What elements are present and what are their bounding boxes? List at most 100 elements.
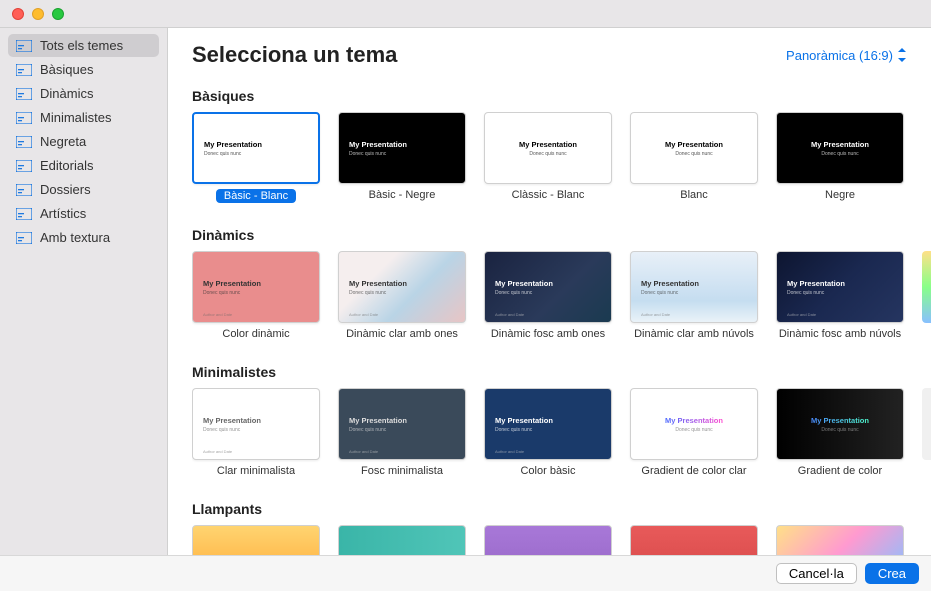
theme-item[interactable]: My PresentationDonec quis nuncAuthor and… bbox=[192, 388, 320, 477]
theme-item[interactable]: My PresentationDonec quis nunc Negre bbox=[776, 112, 904, 203]
theme-label: Color dinàmic bbox=[222, 328, 289, 340]
fullscreen-window-button[interactable] bbox=[52, 8, 64, 20]
theme-thumbnail[interactable] bbox=[484, 525, 612, 555]
sidebar-item-minimalistes[interactable]: Minimalistes bbox=[8, 106, 159, 129]
theme-label: Gradient de color bbox=[798, 465, 882, 477]
theme-thumbnail[interactable]: My Presentation Donec quis nunc bbox=[776, 388, 904, 460]
theme-thumbnail[interactable]: My PresentationDonec quis nuncAuthor and… bbox=[192, 388, 320, 460]
theme-item[interactable]: My Presentation Donec quis nunc Author and… bbox=[338, 251, 466, 340]
section-title: Bàsiques bbox=[192, 88, 931, 104]
preview-subtitle: Donec quis nunc bbox=[821, 151, 858, 157]
preview-author: Author and Date bbox=[203, 312, 232, 317]
close-window-button[interactable] bbox=[12, 8, 24, 20]
preview-title: My Presentation bbox=[665, 140, 723, 149]
theme-thumbnail[interactable]: My PresentationDonec quis nunc bbox=[776, 112, 904, 184]
preview-subtitle: Donec quis nunc bbox=[204, 151, 318, 157]
preview-title: My Presentation bbox=[349, 279, 465, 288]
theme-item[interactable]: My PresentationDonec quis nunc Blanc bbox=[630, 112, 758, 203]
sidebar-item-negreta[interactable]: Negreta bbox=[8, 130, 159, 153]
theme-item[interactable]: My PresentationDonec quis nunc Bàsic - Ne… bbox=[338, 112, 466, 203]
chevron-up-down-icon bbox=[897, 48, 907, 62]
theme-thumbnail[interactable]: My PresentationDonec quis nuncAuthor and… bbox=[776, 251, 904, 323]
section-llampants: Llampants bbox=[168, 501, 931, 555]
sidebar-item-artístics[interactable]: Artístics bbox=[8, 202, 159, 225]
preview-author: Author and Date bbox=[787, 312, 816, 317]
sidebar-item-label: Dossiers bbox=[40, 182, 91, 197]
theme-thumbnail[interactable]: My PresentationDonec quis nunc bbox=[192, 112, 320, 184]
preview-author: Author and Date bbox=[641, 312, 670, 317]
theme-item[interactable]: My PresentationDonec quis nuncAuthor and… bbox=[776, 251, 904, 340]
theme-thumbnail[interactable]: My Presentation Donec quis nunc Author and… bbox=[338, 251, 466, 323]
theme-item[interactable]: My Presentation Donec quis nunc Gradient d… bbox=[776, 388, 904, 477]
minimize-window-button[interactable] bbox=[32, 8, 44, 20]
preview-subtitle: Donec quis nunc bbox=[349, 290, 465, 296]
theme-item[interactable]: My PresentationDonec quis nuncAuthor and… bbox=[192, 251, 320, 340]
theme-thumbnail[interactable]: My PresentationDonec quis nunc bbox=[630, 388, 758, 460]
preview-author: Author and Date bbox=[495, 449, 524, 454]
sidebar-item-label: Negreta bbox=[40, 134, 86, 149]
section-title: Llampants bbox=[192, 501, 931, 517]
sidebar-item-label: Editorials bbox=[40, 158, 93, 173]
theme-label: Color bàsic bbox=[520, 465, 575, 477]
sidebar-item-label: Amb textura bbox=[40, 230, 110, 245]
sidebar-item-editorials[interactable]: Editorials bbox=[8, 154, 159, 177]
theme-item[interactable]: My Presentation Donec quis nunc Author and… bbox=[630, 251, 758, 340]
theme-row: My PresentationDonec quis nuncBàsic - Bl… bbox=[192, 112, 931, 203]
cancel-button[interactable]: Cancel·la bbox=[776, 563, 857, 584]
theme-thumbnail[interactable]: My PresentationDonec quis nunc bbox=[630, 112, 758, 184]
sidebar-item-amb-textura[interactable]: Amb textura bbox=[8, 226, 159, 249]
preview-author: Author and Date bbox=[203, 449, 232, 454]
category-icon bbox=[16, 63, 32, 77]
theme-thumbnail[interactable] bbox=[776, 525, 904, 555]
theme-label: Negre bbox=[825, 189, 855, 201]
theme-item[interactable]: My Presentation Donec quis nunc Author and… bbox=[484, 388, 612, 477]
theme-thumbnail[interactable] bbox=[630, 525, 758, 555]
preview-author: Author and Date bbox=[349, 312, 378, 317]
theme-thumbnail[interactable] bbox=[192, 525, 320, 555]
preview-subtitle: Donec quis nunc bbox=[203, 427, 319, 433]
theme-thumbnail[interactable]: My PresentationDonec quis nuncAuthor and… bbox=[484, 251, 612, 323]
theme-label: Dinàmic fosc amb núvols bbox=[779, 328, 901, 340]
theme-item[interactable]: My PresentationDonec quis nunc Clàssic - … bbox=[484, 112, 612, 203]
theme-item[interactable]: My PresentationDonec quis nuncGradient d… bbox=[630, 388, 758, 477]
preview-title: My Presentation bbox=[811, 416, 869, 425]
preview-title: My Presentation bbox=[641, 279, 757, 288]
preview-subtitle: Donec quis nunc bbox=[641, 290, 757, 296]
theme-label: Dinàmic fosc amb ones bbox=[491, 328, 605, 340]
theme-gallery[interactable]: Selecciona un tema Panoràmica (16:9) Bàs… bbox=[168, 28, 931, 555]
theme-label: Clàssic - Blanc bbox=[512, 189, 585, 201]
theme-row: My Presentation Donec quis nunc Author and… bbox=[192, 388, 931, 477]
theme-item[interactable]: My PresentationDonec quis nuncBàsic - Bl… bbox=[192, 112, 320, 203]
sidebar-item-tots-els-temes[interactable]: Tots els temes bbox=[8, 34, 159, 57]
theme-thumbnail[interactable]: My PresentationDonec quis nuncAuthor and… bbox=[338, 388, 466, 460]
sidebar-item-bàsiques[interactable]: Bàsiques bbox=[8, 58, 159, 81]
category-sidebar: Tots els temesBàsiquesDinàmics Minimalist… bbox=[0, 28, 168, 555]
theme-item[interactable]: My PresentationDonec quis nuncAuthor and… bbox=[484, 251, 612, 340]
theme-thumbnail[interactable] bbox=[338, 525, 466, 555]
sidebar-item-label: Artístics bbox=[40, 206, 86, 221]
theme-thumbnail[interactable]: My Presentation Donec quis nunc Author and… bbox=[630, 251, 758, 323]
category-icon bbox=[16, 87, 32, 101]
theme-item[interactable]: My PresentationDonec quis nuncAuthor and… bbox=[338, 388, 466, 477]
theme-label: Bàsic - Negre bbox=[369, 189, 436, 201]
preview-subtitle: Donec quis nunc bbox=[495, 290, 611, 296]
theme-thumbnail[interactable]: My Presentation Donec quis nunc Author and… bbox=[484, 388, 612, 460]
theme-thumbnail[interactable]: My PresentationDonec quis nuncAuthor and… bbox=[192, 251, 320, 323]
sidebar-item-dossiers[interactable]: Dossiers bbox=[8, 178, 159, 201]
aspect-ratio-picker[interactable]: Panoràmica (16:9) bbox=[786, 48, 907, 63]
category-icon bbox=[16, 231, 32, 245]
preview-title: My Presentation bbox=[665, 416, 723, 425]
theme-row: My Presentation Donec quis nunc Author and… bbox=[192, 251, 931, 340]
preview-subtitle: Donec quis nunc bbox=[495, 427, 611, 433]
theme-thumbnail[interactable]: My PresentationDonec quis nunc bbox=[338, 112, 466, 184]
theme-label: Dinàmic clar amb núvols bbox=[634, 328, 754, 340]
preview-subtitle: Donec quis nunc bbox=[787, 290, 903, 296]
sidebar-item-label: Minimalistes bbox=[40, 110, 112, 125]
preview-title: My Presentation bbox=[495, 416, 611, 425]
create-button[interactable]: Crea bbox=[865, 563, 919, 584]
preview-title: My Presentation bbox=[495, 279, 611, 288]
theme-label: Blanc bbox=[680, 189, 708, 201]
preview-subtitle: Donec quis nunc bbox=[821, 427, 858, 433]
sidebar-item-dinàmics[interactable]: Dinàmics bbox=[8, 82, 159, 105]
theme-thumbnail[interactable]: My PresentationDonec quis nunc bbox=[484, 112, 612, 184]
